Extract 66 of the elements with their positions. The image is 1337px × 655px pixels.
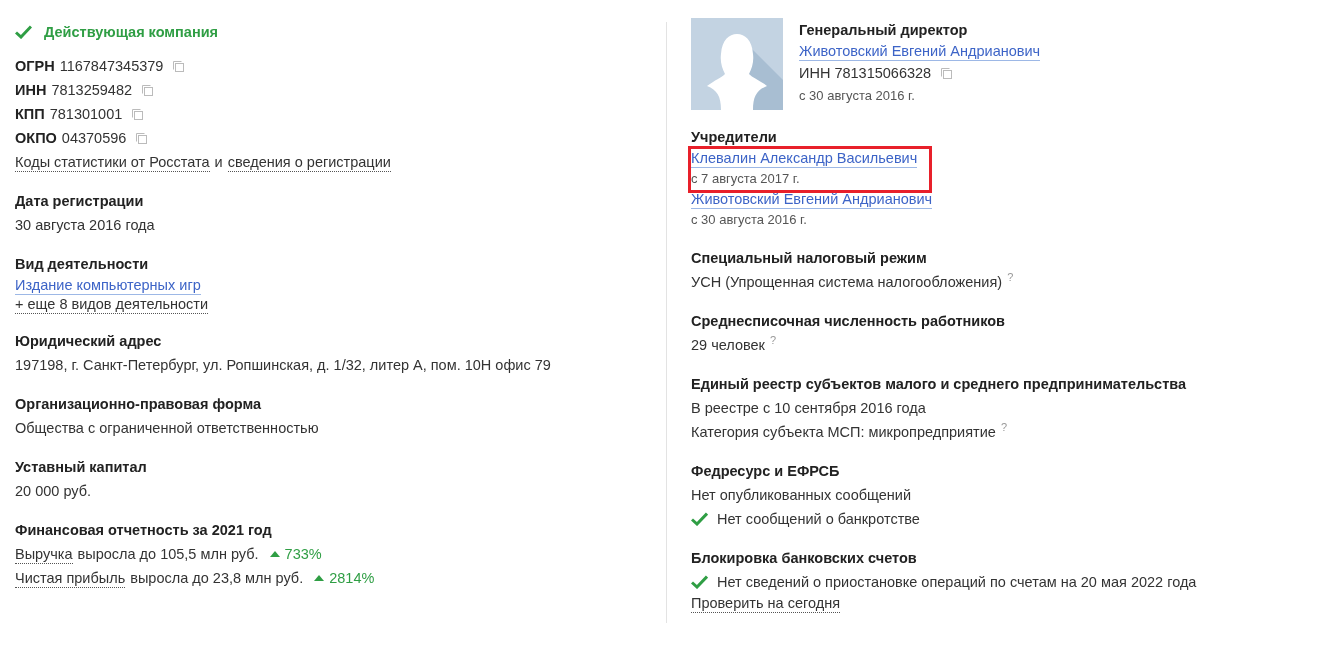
- dotted-link[interactable]: Коды статистики от Росстата: [15, 152, 210, 172]
- since-date: с 7 августа 2017 г.: [691, 170, 800, 188]
- help-hint[interactable]: ?: [1000, 420, 1007, 434]
- section-title: Уставный капитал: [15, 458, 148, 477]
- section-title: Генеральный директор: [799, 21, 969, 40]
- field-value: выросла до 105,5 млн руб.: [77, 545, 259, 564]
- field-value: Нет сведений о приостановке операций по счетам на 20 мая 2022 года: [717, 573, 1197, 592]
- section-title: Специальный налоговый режим: [691, 249, 928, 268]
- avatar-icon: [691, 18, 783, 110]
- section-title: Финансовая отчетность за 2021 год: [15, 521, 273, 540]
- field-value: 20 000 руб.: [15, 482, 92, 501]
- section-title: Блокировка банковских счетов: [691, 549, 918, 568]
- section-title: Среднесписочная численность работников: [691, 312, 1006, 331]
- help-hint[interactable]: ?: [1007, 270, 1014, 284]
- field-value: 781301001: [49, 105, 123, 124]
- field-value: и: [214, 153, 223, 172]
- person-link[interactable]: Животовский Евгений Андрианович: [799, 42, 1041, 61]
- check-icon: [691, 512, 708, 526]
- copy-icon[interactable]: [132, 108, 144, 120]
- dotted-link[interactable]: Проверить на сегодня: [691, 594, 840, 613]
- section-title: Вид деятельности: [15, 255, 150, 274]
- growth-percent: 733%: [284, 545, 322, 564]
- section-title: Единый реестр субъектов малого и среднего предпринимательства: [691, 375, 1188, 394]
- since-date: с 30 августа 2016 г.: [691, 211, 807, 229]
- field-value: 7813259482: [51, 81, 133, 100]
- field-label: ОКПО: [15, 129, 57, 148]
- copy-icon[interactable]: [142, 84, 154, 96]
- section-title: Организационно-правовая форма: [15, 395, 263, 414]
- field-value: Категория субъекта МСП: микропредприятие: [691, 423, 996, 442]
- copy-icon[interactable]: [941, 67, 953, 79]
- field-value: УСН (Упрощенная система налогообложения): [691, 273, 1003, 292]
- person-link[interactable]: Животовский Евгений Андрианович: [691, 190, 933, 209]
- field-value: 30 августа 2016 года: [15, 216, 155, 235]
- section-title: Юридический адрес: [15, 332, 163, 351]
- section-title: Учредители: [691, 128, 778, 147]
- section-title: Федресурс и ЕФРСБ: [691, 462, 841, 481]
- copy-icon[interactable]: [173, 60, 185, 72]
- copy-icon[interactable]: [136, 132, 148, 144]
- company-status: Действующая компания: [44, 23, 219, 42]
- field-value: 1167847345379: [59, 57, 164, 76]
- field-value: 04370596: [61, 129, 127, 148]
- check-icon: [691, 575, 708, 589]
- field-value: 29 человек: [691, 336, 765, 355]
- growth-percent: 2814%: [329, 569, 375, 588]
- field-label: КПП: [15, 105, 45, 124]
- up-triangle-icon: [314, 575, 325, 581]
- section-title: Дата регистрации: [15, 192, 145, 211]
- help-hint[interactable]: ?: [769, 333, 777, 347]
- field-label: ИНН: [15, 81, 47, 100]
- field-label: ОГРН: [15, 57, 55, 76]
- check-icon: [15, 25, 32, 39]
- person-link[interactable]: Клевалин Александр Васильевич: [691, 149, 918, 168]
- field-value: Нет сообщений о банкротстве: [717, 510, 920, 529]
- since-date: с 30 августа 2016 г.: [799, 87, 916, 105]
- dotted-link[interactable]: + еще 8 видов деятельности: [15, 295, 209, 314]
- link[interactable]: Издание компьютерных игр: [15, 276, 201, 295]
- dotted-link[interactable]: Чистая прибыль: [15, 568, 126, 588]
- field-value: 197198, г. Санкт-Петербург, ул. Ропшинская, д. 1/32, литер А, пом. 10Н офис 79: [15, 356, 551, 375]
- field-value: Нет опубликованных сообщений: [691, 486, 912, 505]
- inn-value: ИНН 781315066328: [799, 64, 932, 83]
- field-value: выросла до 23,8 млн руб.: [130, 569, 304, 588]
- dotted-link[interactable]: сведения о регистрации: [227, 152, 391, 172]
- dotted-link[interactable]: Выручка: [15, 544, 73, 564]
- up-triangle-icon: [269, 551, 280, 557]
- field-value: Общества с ограниченной ответственностью: [15, 419, 319, 438]
- field-value: В реестре с 10 сентября 2016 года: [691, 399, 926, 418]
